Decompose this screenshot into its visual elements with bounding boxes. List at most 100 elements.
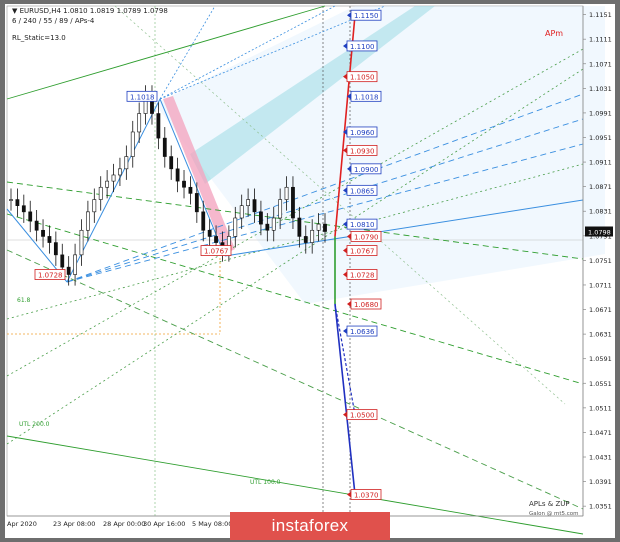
candle-body bbox=[239, 205, 244, 219]
target-label: 1.0636 bbox=[350, 328, 375, 336]
target-label: 1.1100 bbox=[350, 43, 375, 51]
target-label: 1.0680 bbox=[354, 301, 379, 309]
candle-body bbox=[118, 168, 122, 176]
candle-body bbox=[323, 223, 327, 232]
fan-label: UTL 200.0 bbox=[19, 421, 50, 428]
fan-label: 61.8 bbox=[17, 297, 31, 304]
candle-body bbox=[278, 199, 283, 219]
candle-body bbox=[188, 186, 193, 194]
candle-body bbox=[252, 199, 257, 213]
candle-body bbox=[194, 193, 199, 213]
target-label: 1.0900 bbox=[354, 166, 379, 174]
candle-body bbox=[303, 236, 308, 243]
symbol-info: ▼ EURUSD,H4 1.0810 1.0819 1.0789 1.0798 bbox=[12, 7, 168, 15]
candle-body bbox=[66, 266, 71, 275]
pivot-label: 1.1018 bbox=[130, 93, 155, 101]
target-label: 1.0865 bbox=[350, 187, 375, 195]
candle-body bbox=[41, 229, 45, 237]
chart-area[interactable]: 1.1150 1.1100 1.1050 1.1018 1.0960 1.0930 1.09… bbox=[5, 4, 615, 538]
x-tick-label: 30 Apr 16:00 bbox=[143, 520, 185, 528]
target-label: 1.0810 bbox=[350, 221, 375, 229]
target-arrow bbox=[347, 301, 351, 308]
candle-body bbox=[156, 113, 161, 139]
y-tick-label: 1.0471 bbox=[589, 429, 612, 437]
target-label: 1.1150 bbox=[354, 12, 379, 20]
candle-body bbox=[47, 236, 52, 243]
chart-frame: 1.1150 1.1100 1.1050 1.1018 1.0960 1.0930 1.09… bbox=[0, 0, 620, 542]
candle-body bbox=[73, 254, 77, 275]
candle-body bbox=[175, 168, 180, 182]
candle-body bbox=[214, 236, 218, 243]
credit-line: APLs & ZUP bbox=[529, 500, 570, 508]
y-tick-label: 1.0551 bbox=[589, 380, 612, 388]
candle-body bbox=[259, 211, 263, 225]
candle-body bbox=[201, 211, 206, 231]
candle-body bbox=[182, 180, 186, 188]
target-label: 1.0767 bbox=[350, 248, 375, 256]
candle-body bbox=[291, 186, 295, 219]
candle-body bbox=[297, 217, 302, 237]
y-tick-label: 1.0751 bbox=[589, 257, 612, 265]
current-price-label: 1.0798 bbox=[588, 229, 611, 237]
candle-body bbox=[246, 199, 251, 206]
y-tick-label: 1.1151 bbox=[589, 11, 612, 19]
y-tick-label: 1.0951 bbox=[589, 134, 612, 142]
candle-body bbox=[28, 211, 33, 222]
y-tick-label: 1.0871 bbox=[589, 183, 612, 191]
x-tick-label: 28 Apr 00:00 bbox=[103, 520, 145, 528]
y-tick-label: 1.0351 bbox=[589, 503, 612, 511]
candle-body bbox=[137, 113, 142, 133]
candle-body bbox=[98, 186, 103, 200]
candle-body bbox=[169, 156, 174, 170]
y-tick-label: 1.1111 bbox=[589, 36, 612, 44]
target-label: 1.0500 bbox=[350, 412, 375, 420]
candle-body bbox=[124, 156, 129, 170]
target-label: 1.1018 bbox=[354, 93, 379, 101]
y-tick-label: 1.0671 bbox=[589, 306, 612, 314]
target-label: 1.0930 bbox=[350, 147, 375, 155]
y-tick-label: 1.0391 bbox=[589, 478, 612, 486]
candle-body bbox=[265, 223, 270, 231]
y-tick-label: 1.0511 bbox=[589, 404, 612, 412]
candle-body bbox=[85, 211, 90, 231]
candle-body bbox=[111, 174, 116, 182]
target-label: 1.1050 bbox=[350, 74, 375, 82]
x-tick-label: Apr 2020 bbox=[7, 520, 37, 528]
candle-body bbox=[92, 199, 97, 213]
candle-body bbox=[130, 131, 135, 157]
price-chart[interactable]: 1.1150 1.1100 1.1050 1.1018 1.0960 1.0930 1.09… bbox=[5, 4, 615, 538]
candle-body bbox=[162, 137, 167, 157]
candle-body bbox=[284, 186, 289, 200]
indicator-info: 6 / 240 / 55 / 89 / APs-4 bbox=[12, 17, 95, 25]
y-tick-label: 1.1071 bbox=[589, 60, 612, 68]
candle-body bbox=[60, 254, 65, 268]
fan-label: UTL 100.0 bbox=[250, 479, 281, 486]
candle-body bbox=[316, 223, 321, 231]
static-info: RL_Static=13.0 bbox=[12, 34, 66, 42]
credit-line: Galon @ mt5.com bbox=[529, 511, 579, 517]
target-label: 1.0370 bbox=[354, 491, 379, 499]
target-arrow bbox=[343, 411, 347, 418]
candle-body bbox=[310, 229, 315, 243]
candle-body bbox=[79, 229, 84, 256]
target-arrow bbox=[347, 491, 351, 498]
candle-body bbox=[271, 217, 276, 231]
candle-body bbox=[34, 220, 39, 231]
y-tick-label: 1.0991 bbox=[589, 109, 612, 117]
candle-body bbox=[9, 199, 13, 201]
pivot-label: 1.0728 bbox=[38, 272, 63, 280]
candle-body bbox=[15, 199, 20, 206]
target-label: 1.0790 bbox=[354, 233, 379, 241]
y-tick-label: 1.0631 bbox=[589, 331, 612, 339]
y-tick-label: 1.0431 bbox=[589, 454, 612, 462]
candle-body bbox=[233, 217, 238, 237]
y-tick-label: 1.1031 bbox=[589, 85, 612, 93]
target-label: 1.0728 bbox=[350, 272, 375, 280]
y-tick-label: 1.0911 bbox=[589, 159, 612, 167]
y-tick-label: 1.0831 bbox=[589, 208, 612, 216]
candle-body bbox=[207, 229, 212, 237]
target-arrow bbox=[343, 328, 347, 335]
x-tick-label: 5 May 08:00 bbox=[192, 520, 232, 528]
candle-body bbox=[105, 180, 110, 188]
y-tick-label: 1.0591 bbox=[589, 355, 612, 363]
